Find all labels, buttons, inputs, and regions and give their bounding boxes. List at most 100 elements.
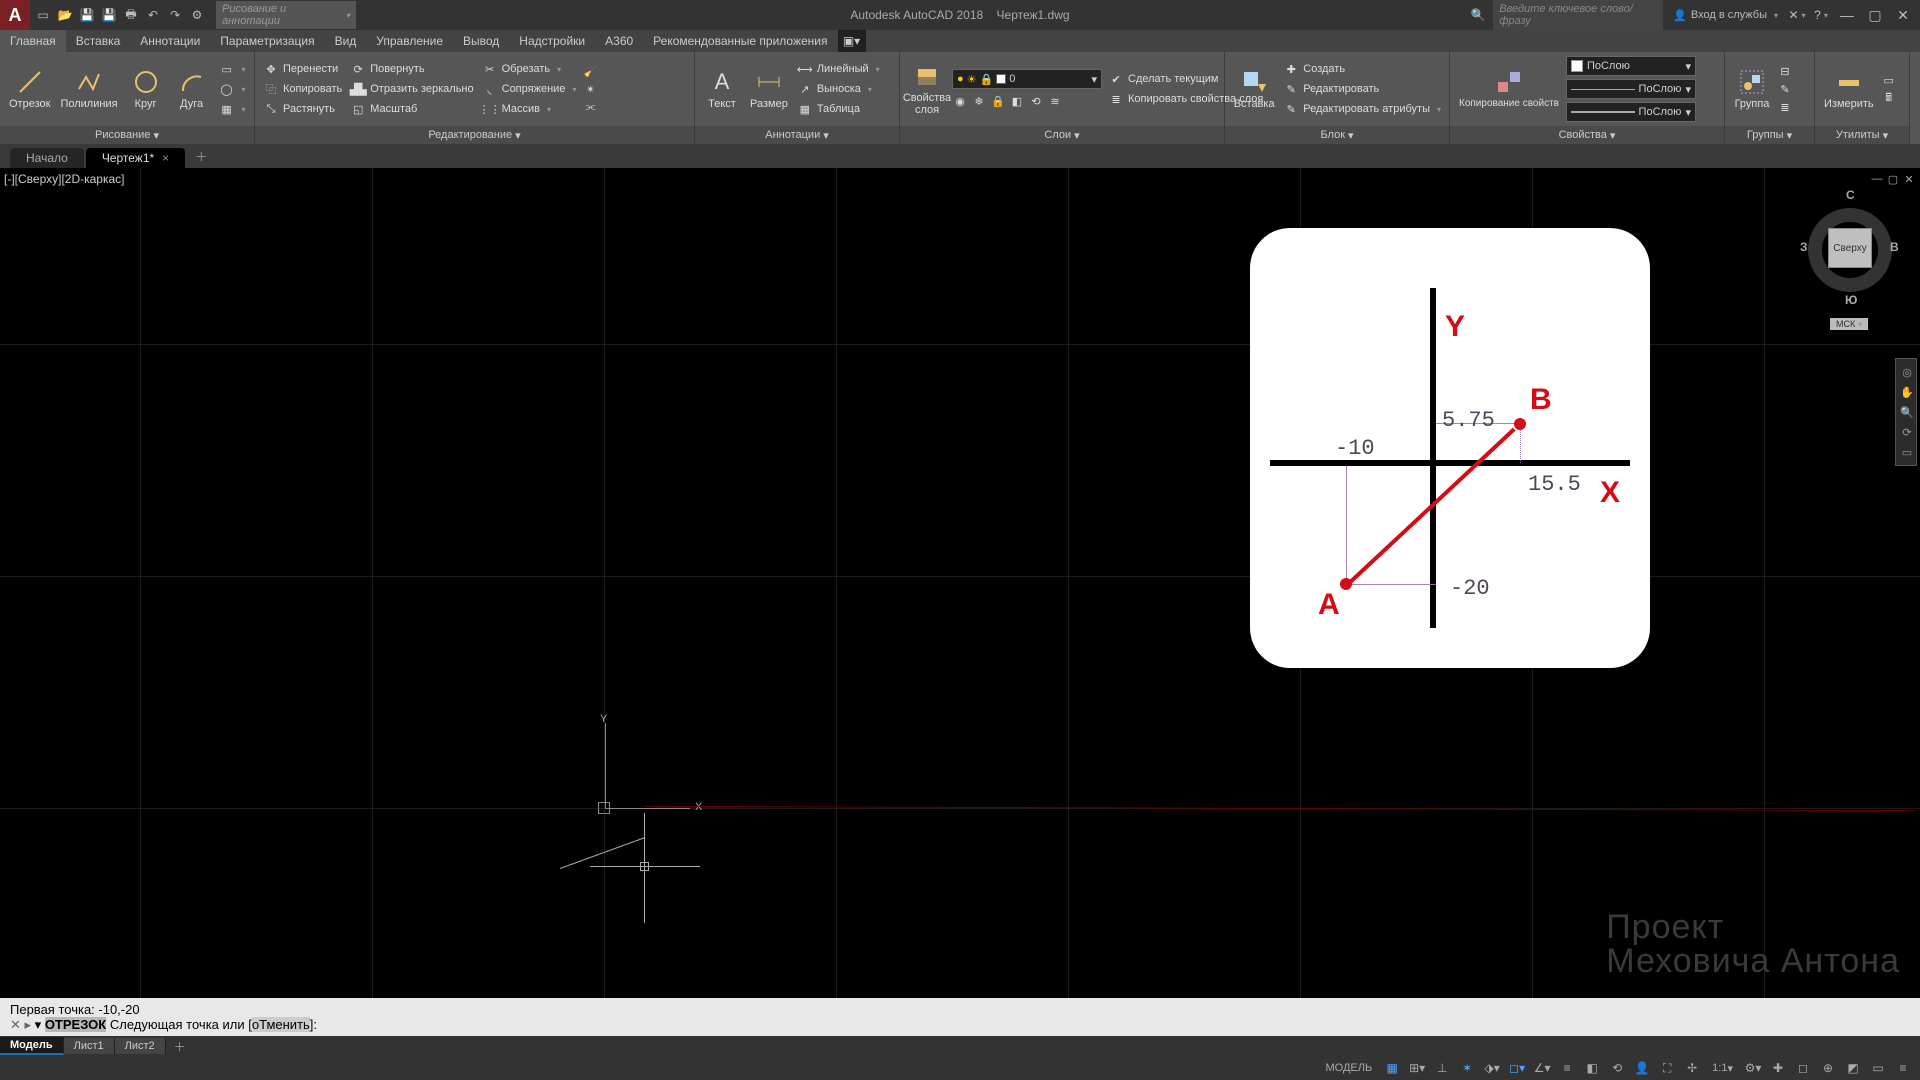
layer-off-btn[interactable]: ◉	[952, 93, 968, 109]
maximize-button[interactable]: ▢	[1864, 4, 1886, 26]
otrack-toggle[interactable]: ∠▾	[1531, 1058, 1553, 1078]
mirror-button[interactable]: ▟▙Отразить зеркально	[348, 80, 475, 98]
max-vp-icon[interactable]: ◻	[1792, 1058, 1814, 1078]
vc-east[interactable]: В	[1890, 240, 1899, 254]
nav-pan-icon[interactable]: ✋	[1898, 383, 1916, 401]
lineweight-dropdown[interactable]: ПоСлою▾	[1566, 79, 1696, 99]
polyline-button[interactable]: Полилиния	[57, 66, 120, 112]
group-button[interactable]: Группа	[1731, 66, 1773, 112]
panel-utils-title[interactable]: Утилиты ▾	[1815, 126, 1909, 144]
exchange-icon[interactable]: ✕	[1788, 6, 1806, 24]
settings-icon[interactable]: ⚙	[188, 6, 206, 24]
fillet-button[interactable]: ◟Сопряжение	[480, 80, 579, 98]
hw-icon[interactable]: ⊕	[1817, 1058, 1839, 1078]
grid-toggle[interactable]: ▦	[1381, 1058, 1403, 1078]
circle-button[interactable]: Круг	[125, 66, 167, 112]
cycling-toggle[interactable]: ⟲	[1606, 1058, 1628, 1078]
annovisibility-icon[interactable]: ⛶	[1656, 1058, 1678, 1078]
add-tab-button[interactable]: ＋	[187, 145, 215, 168]
layer-lock-btn[interactable]: 🔒	[990, 93, 1006, 109]
workspace-dropdown[interactable]: Рисование и аннотации	[216, 1, 356, 29]
explode-button[interactable]: ✴	[582, 81, 598, 97]
panel-props-title[interactable]: Свойства ▾	[1450, 126, 1724, 144]
annoscale-icon[interactable]: 👤	[1631, 1058, 1653, 1078]
insert-button[interactable]: Вставка	[1231, 66, 1277, 112]
transparency-toggle[interactable]: ◧	[1581, 1058, 1603, 1078]
ungroup-btn[interactable]: ⊟	[1777, 63, 1793, 79]
layer-freeze-btn[interactable]: ❄	[971, 93, 987, 109]
hatch-button[interactable]: ▦	[217, 100, 248, 118]
rect-button[interactable]: ▭	[217, 60, 248, 78]
customize-icon[interactable]: ≡	[1892, 1058, 1914, 1078]
command-line[interactable]: Первая точка: -10,-20 ✕ ▸ ▾ ОТРЕЗОК След…	[0, 998, 1920, 1036]
create-block-button[interactable]: ✚Создать	[1281, 60, 1443, 78]
isolate-icon[interactable]: ◩	[1842, 1058, 1864, 1078]
select-btn[interactable]: ▭	[1881, 72, 1897, 88]
tab-parametric[interactable]: Параметризация	[210, 30, 324, 52]
layer-dropdown[interactable]: ● ☀ 🔒 0 ▾	[952, 69, 1102, 89]
redo-icon[interactable]: ↷	[166, 6, 184, 24]
osnap-toggle[interactable]: ◻▾	[1506, 1058, 1528, 1078]
signin-button[interactable]: 👤 Вход в службы	[1669, 7, 1782, 24]
ortho-toggle[interactable]: ⊥	[1431, 1058, 1453, 1078]
edit-attr-button[interactable]: ✎Редактировать атрибуты	[1281, 100, 1443, 118]
close-button[interactable]: ✕	[1892, 4, 1914, 26]
cmd-current[interactable]: ✕ ▸ ▾ ОТРЕЗОК Следующая точка или [оТмен…	[10, 1017, 1910, 1033]
vc-north[interactable]: С	[1846, 188, 1855, 202]
polar-toggle[interactable]: ✶	[1456, 1058, 1478, 1078]
trim-button[interactable]: ✂Обрезать	[480, 60, 579, 78]
gear-icon[interactable]: ⚙▾	[1742, 1058, 1764, 1078]
array-button[interactable]: ⋮⋮Массив	[480, 100, 579, 118]
help-icon[interactable]: ?	[1812, 6, 1830, 24]
open-icon[interactable]: 📂	[56, 6, 74, 24]
vc-west[interactable]: З	[1800, 240, 1808, 254]
panel-block-title[interactable]: Блок ▾	[1225, 126, 1449, 144]
vp-minimize-icon[interactable]: —	[1870, 172, 1884, 186]
panel-modify-title[interactable]: Редактирование ▾	[255, 126, 694, 144]
workspace-icon[interactable]: ✚	[1767, 1058, 1789, 1078]
text-button[interactable]: AТекст	[701, 66, 743, 112]
tab-featured[interactable]: Рекомендованные приложения	[643, 30, 837, 52]
close-tab-icon[interactable]: ×	[162, 151, 169, 165]
drawing-viewport[interactable]: [-][Сверху][2D-каркас] — ▢ ✕ Y X Сверху …	[0, 168, 1920, 998]
nav-orbit-icon[interactable]: ⟳	[1898, 423, 1916, 441]
panel-layers-title[interactable]: Слои ▾	[900, 126, 1224, 144]
viewcube-top-face[interactable]: Сверху	[1828, 228, 1872, 268]
leader-button[interactable]: ↗Выноска	[795, 80, 882, 98]
tab-expand[interactable]: ▣▾	[838, 30, 866, 52]
tab-drawing1[interactable]: Чертеж1*×	[86, 148, 185, 168]
clean-screen-icon[interactable]: ▭	[1867, 1058, 1889, 1078]
panel-groups-title[interactable]: Группы ▾	[1725, 126, 1814, 144]
tab-insert[interactable]: Вставка	[66, 30, 131, 52]
annoauto-icon[interactable]: ✢	[1681, 1058, 1703, 1078]
layer-props-button[interactable]: Свойства слоя	[906, 60, 948, 118]
measure-button[interactable]: Измерить	[1821, 66, 1877, 112]
arc-button[interactable]: Дуга	[171, 66, 213, 112]
rotate-button[interactable]: ⟳Повернуть	[348, 60, 475, 78]
panel-annot-title[interactable]: Аннотации ▾	[695, 126, 899, 144]
tab-output[interactable]: Вывод	[453, 30, 509, 52]
scale-button[interactable]: 1:1▾	[1706, 1058, 1739, 1078]
tab-layout2[interactable]: Лист2	[115, 1038, 166, 1054]
ellipse-button[interactable]: ◯	[217, 80, 248, 98]
new-icon[interactable]: ▭	[34, 6, 52, 24]
viewport-label[interactable]: [-][Сверху][2D-каркас]	[4, 172, 125, 186]
vc-south[interactable]: Ю	[1845, 293, 1857, 307]
vp-maximize-icon[interactable]: ▢	[1886, 172, 1900, 186]
search-icon[interactable]: 🔍	[1469, 6, 1487, 24]
tab-layout1[interactable]: Лист1	[64, 1038, 115, 1054]
viewcube-wcs[interactable]: МСК	[1830, 318, 1868, 330]
lwt-toggle[interactable]: ≡	[1556, 1058, 1578, 1078]
tab-start[interactable]: Начало	[10, 148, 84, 168]
scale-button[interactable]: ◱Масштаб	[348, 100, 475, 118]
viewcube[interactable]: Сверху С В Ю З МСК	[1800, 188, 1900, 328]
saveas-icon[interactable]: 💾	[100, 6, 118, 24]
layer-match-btn[interactable]: ≋	[1047, 93, 1063, 109]
tab-manage[interactable]: Управление	[366, 30, 453, 52]
add-layout-button[interactable]: ＋	[166, 1036, 194, 1057]
edit-block-button[interactable]: ✎Редактировать	[1281, 80, 1443, 98]
move-button[interactable]: ✥Перенести	[261, 60, 344, 78]
offset-button[interactable]: ⫘	[582, 99, 598, 115]
app-logo[interactable]: A	[0, 0, 30, 30]
linear-button[interactable]: ⟷Линейный	[795, 60, 882, 78]
